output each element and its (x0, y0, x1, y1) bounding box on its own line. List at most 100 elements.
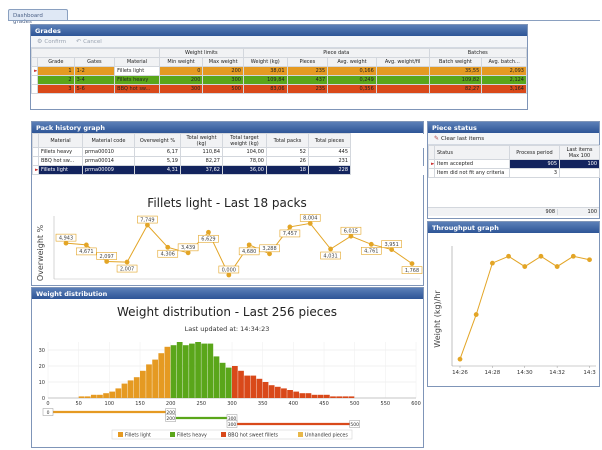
histogram-bar (348, 396, 355, 398)
legend-swatch (118, 432, 123, 437)
column-header[interactable]: Overweight % (134, 133, 181, 148)
column-header[interactable]: Status (434, 145, 510, 160)
confirm-label: Confirm (44, 39, 67, 45)
cell-pieces: 231 (308, 156, 351, 166)
cell-min: 200 (158, 75, 204, 85)
column-header[interactable]: Grade (37, 57, 75, 67)
histogram-bar (342, 396, 349, 398)
column-header[interactable]: Material (114, 57, 160, 67)
packs-data-point (83, 242, 89, 248)
histogram-bar (182, 345, 189, 398)
column-header[interactable]: Avg. batch... (481, 57, 527, 67)
clear-last-items-button[interactable]: ✎ Clear last items (434, 135, 484, 142)
cell-period: 3 (509, 168, 560, 178)
cancel-label: Cancel (83, 39, 102, 45)
table-row[interactable]: ► Item accepted 905 100 (428, 159, 600, 169)
table-row[interactable]: 3 5-6 BBQ hot sw... 300 500 83,06 235 0,… (30, 84, 527, 94)
group-header-piece-data: Piece data (242, 48, 430, 58)
packs-data-label: 1,768 (405, 268, 419, 274)
cell-material: BBQ hot sw... (38, 156, 83, 166)
cell-total-weight: 110,84 (180, 147, 223, 157)
packs-data-point (165, 244, 171, 250)
column-header[interactable]: Last items Max 100 (559, 145, 600, 160)
histogram-bar (232, 366, 238, 398)
histogram-bar (244, 375, 250, 398)
undo-icon: ↶ (76, 38, 82, 45)
range-label: 200 (166, 416, 175, 422)
packs-data-point (104, 259, 110, 264)
column-header[interactable]: Batch weight (428, 57, 483, 67)
range-label: 300 (228, 422, 237, 428)
weight-distribution-updated: Last updated at: 14:34:23 (185, 325, 270, 333)
column-header[interactable]: Avg. weight (327, 57, 377, 67)
packs-data-label: 8,004 (303, 216, 317, 222)
cell-weight: 38,01 (242, 66, 288, 76)
throughput-chart: Weight (kg)/hr 14:26 14:28 14:30 14:32 14:3 (433, 246, 596, 376)
packs-data-label: 2,097 (100, 254, 114, 260)
x-tick-label: 600 (411, 401, 421, 407)
cell-grade: 2 (37, 75, 75, 85)
cell-pieces: 445 (308, 147, 351, 157)
histogram-bar (256, 378, 263, 398)
histogram-bar (268, 385, 275, 398)
column-header[interactable]: Min weight (158, 57, 204, 67)
histogram-bar (189, 343, 195, 398)
cell-material: Fillets light (38, 165, 83, 175)
piece-status-totals-row: 908 100 (428, 207, 599, 216)
piece-status-title: Piece status (428, 122, 599, 133)
group-header-blank (31, 48, 160, 58)
histogram-bar (299, 393, 306, 398)
table-row[interactable]: BBQ hot sw... prma00014 5,19 82,27 78,00… (32, 156, 426, 166)
packs-data-label: 6,629 (201, 237, 215, 243)
column-header[interactable]: Total packs (266, 133, 309, 148)
column-header[interactable]: Pieces (286, 57, 329, 67)
pack-history-header-row: Material Material code Overweight % Tota… (32, 133, 426, 148)
histogram-bar (103, 393, 109, 398)
column-header[interactable]: Gates (73, 57, 116, 67)
table-row-selected[interactable]: ► Fillets light prma00009 4,31 37,62 36,… (32, 165, 426, 175)
table-row[interactable]: Item did not fit any criteria 3 (428, 168, 600, 178)
column-header[interactable]: Max weight (202, 57, 244, 67)
cell-target-weight: 104,00 (222, 147, 267, 157)
grades-group-header-row: Weight limits Piece data Batches (31, 48, 528, 58)
column-header[interactable]: Material (38, 133, 83, 148)
pack-history-panel: Pack history graph Material Material cod… (31, 121, 426, 286)
column-header[interactable]: Process period (509, 145, 560, 160)
cell-avgfil (375, 84, 430, 94)
legend-swatch (298, 432, 303, 437)
x-tick-label: 14:28 (484, 370, 500, 376)
weight-distribution-chart: Weight distribution - Last 256 pieces La… (39, 305, 421, 440)
legend-label: Fillets light (125, 433, 151, 439)
packs-data-point (226, 272, 232, 278)
weight-distribution-title: Weight distribution (32, 288, 423, 299)
cell-last (559, 168, 600, 178)
cell-avgbatch: 2,124 (481, 75, 527, 85)
table-row[interactable]: Fillets heavy prma00010 6,17 110,84 104,… (32, 147, 426, 157)
packs-chart-ylabel: Overweight % (36, 224, 45, 281)
column-header[interactable]: Total weight (kg) (180, 133, 223, 148)
cancel-button[interactable]: ↶ Cancel (76, 38, 102, 45)
cell-weight: 83,06 (242, 84, 288, 94)
cell-avgbatch: 3,164 (481, 84, 527, 94)
column-header[interactable]: Total pieces (308, 133, 351, 148)
y-tick-label: 30 (39, 348, 45, 354)
cell-overweight: 4,31 (134, 165, 181, 175)
column-header[interactable]: Material code (82, 133, 135, 148)
table-row[interactable]: 2 3-4 Fillets heavy 200 300 109,84 437 0… (30, 75, 527, 85)
piece-status-header-row: Status Process period Last items Max 100 (428, 145, 600, 160)
packs-chart: Fillets light - Last 18 packs Overweight… (36, 196, 423, 281)
cell-packs: 26 (266, 156, 309, 166)
column-header[interactable]: Weight (kg) (242, 57, 288, 67)
cell-pieces: 228 (308, 165, 351, 175)
histogram-bar (238, 370, 244, 398)
column-header[interactable]: Avg. weight/fil (375, 57, 430, 67)
confirm-button[interactable]: ⚙ Confirm (37, 38, 66, 45)
cell-batch: 82,27 (428, 84, 483, 94)
table-row[interactable]: ► 1 1-2 Fillets light 0 200 38,01 235 0,… (30, 66, 527, 76)
packs-data-label: 3,951 (384, 242, 398, 248)
histogram-bar (84, 396, 91, 398)
histogram-bar (311, 394, 318, 398)
cell-overweight: 6,17 (134, 147, 181, 157)
column-header[interactable]: Total target weight (kg) (222, 133, 267, 148)
histogram-bar (133, 377, 140, 398)
